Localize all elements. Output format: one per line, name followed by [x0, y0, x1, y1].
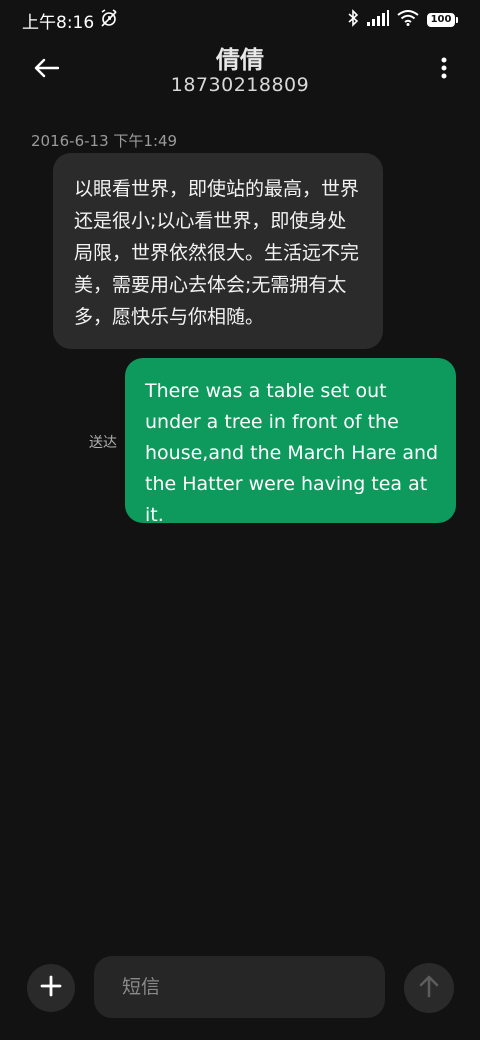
battery-level: 100: [427, 13, 455, 27]
send-button[interactable]: [404, 963, 454, 1013]
delivery-status: 送达: [89, 435, 117, 451]
conversation-header: 倩倩 18730218809: [0, 40, 480, 100]
status-left: 上午8:16: [22, 8, 118, 33]
send-arrow-icon: [418, 974, 440, 1002]
status-time: 上午8:16: [22, 12, 95, 33]
status-bar: 上午8:16 100: [0, 0, 480, 40]
add-attachment-button[interactable]: [27, 964, 75, 1012]
incoming-message-bubble[interactable]: 以眼看世界，即使站的最高，世界还是很小;以心看世界，即使身处局限，世界依然很大。…: [53, 153, 383, 349]
message-timestamp: 2016-6-13 下午1:49: [31, 132, 178, 150]
signal-icon: [367, 9, 389, 31]
bluetooth-icon: [347, 8, 359, 32]
contact-number: 18730218809: [170, 74, 310, 96]
outgoing-message-bubble[interactable]: There was a table set out under a tree i…: [125, 358, 456, 526]
battery-icon: 100: [427, 13, 458, 27]
contact-name: 倩倩: [216, 46, 264, 74]
alarm-off-icon: [100, 8, 118, 32]
plus-icon: [40, 975, 62, 1001]
wifi-icon: [397, 9, 419, 31]
message-input[interactable]: [94, 956, 385, 1018]
more-options-button[interactable]: [434, 50, 454, 90]
status-right: 100: [347, 8, 458, 32]
more-vertical-icon: [441, 57, 447, 83]
battery-tip: [456, 17, 458, 23]
